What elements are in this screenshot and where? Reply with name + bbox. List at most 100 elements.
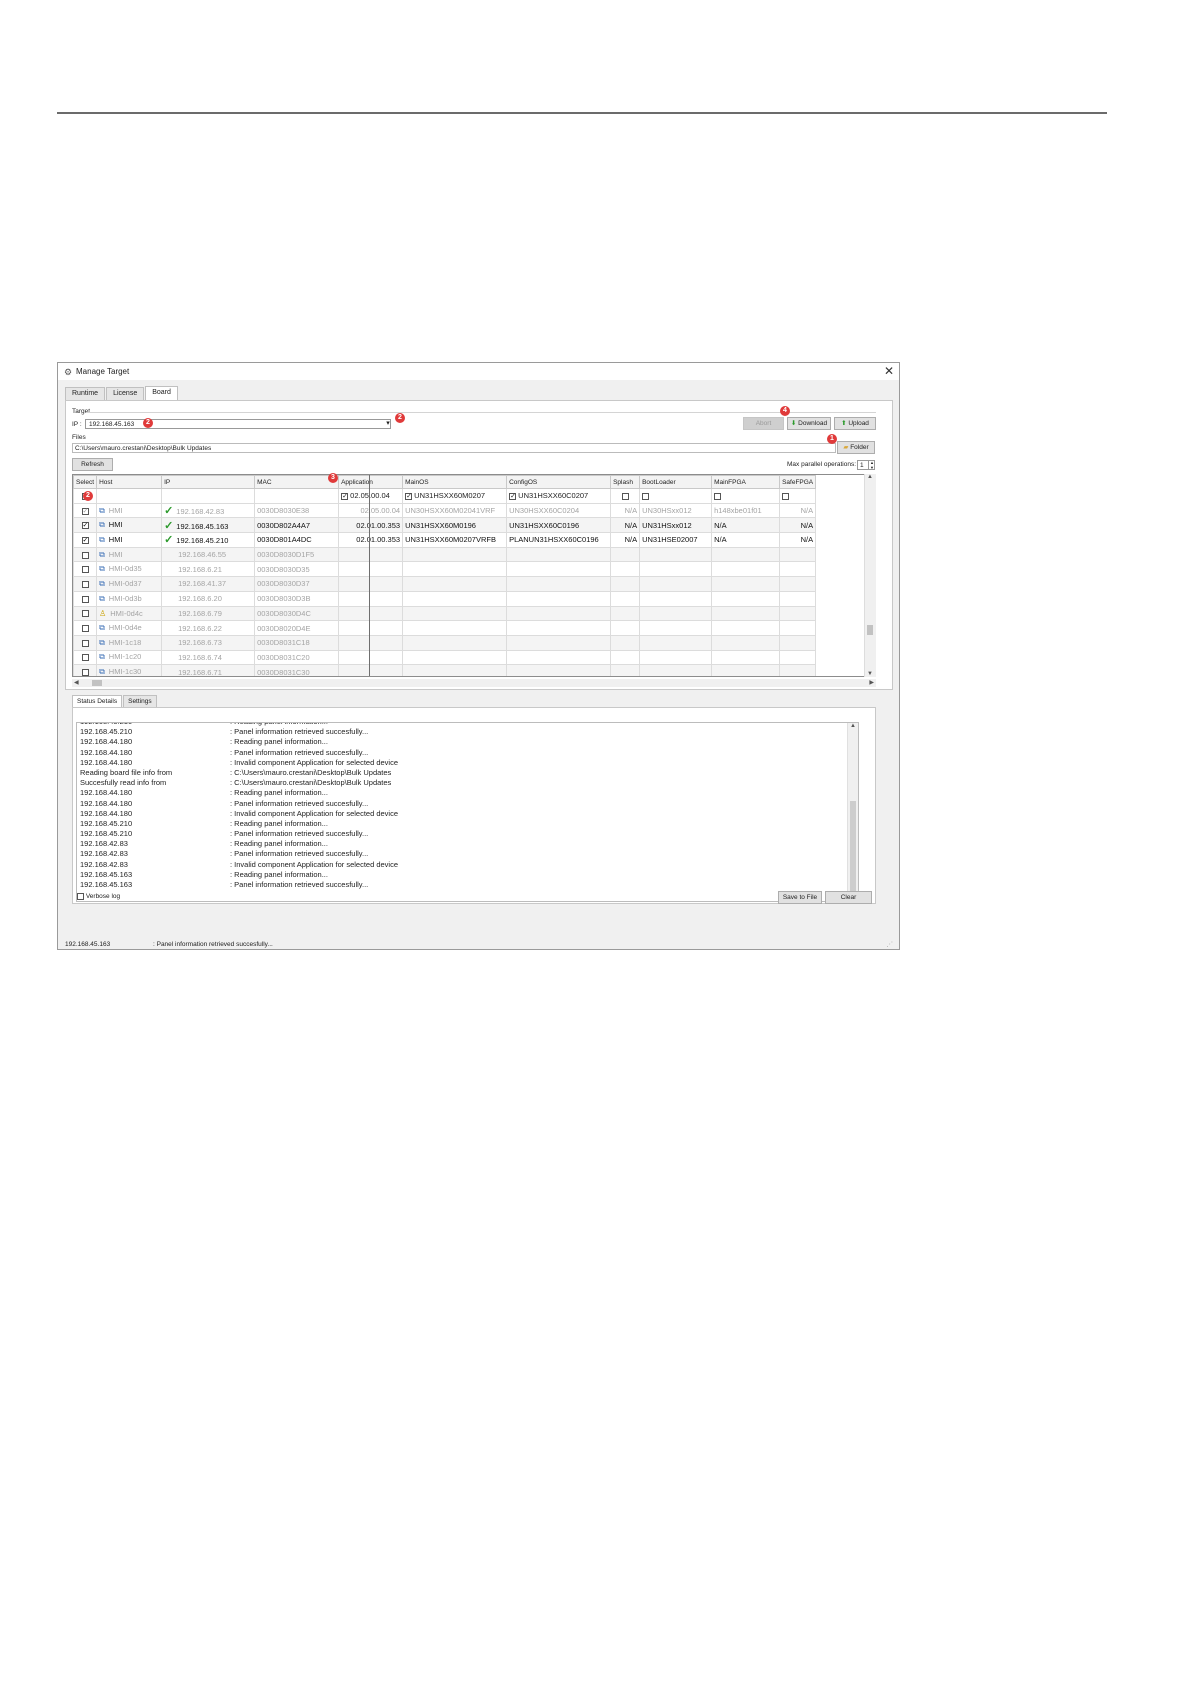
- verbose-log-option[interactable]: Verbose log: [77, 893, 120, 900]
- grid-horizontal-scrollbar[interactable]: ◀ ▶: [72, 679, 876, 687]
- table-row[interactable]: ⧉ HMI-1c18 192.168.6.73 0030D8031C18: [73, 634, 817, 651]
- ip-label: 192.168.6.79: [178, 608, 222, 618]
- col-mainfpga[interactable]: MainFPGA: [711, 475, 781, 489]
- application-cell: [338, 634, 404, 651]
- table-row[interactable]: ⧉ HMI-0d4e 192.168.6.22 0030D8020D4E: [73, 620, 817, 636]
- grid-vscroll-thumb[interactable]: [867, 625, 873, 635]
- log-source: 192.168.44.180: [80, 808, 133, 818]
- tab-board[interactable]: Board: [145, 386, 178, 401]
- col-mainos[interactable]: MainOS: [402, 475, 508, 489]
- safefpga-cell: [779, 561, 817, 578]
- row-select-checkbox[interactable]: [81, 639, 89, 647]
- folder-button[interactable]: ▰ Folder: [837, 441, 875, 454]
- row-select-checkbox[interactable]: [81, 580, 89, 588]
- abort-button[interactable]: Abort: [743, 417, 784, 430]
- host-label: HMI: [108, 549, 123, 559]
- callout-badge-2c: 2: [83, 491, 93, 501]
- grid-hscroll-thumb[interactable]: [92, 680, 102, 686]
- configos-filter-checkbox[interactable]: ✓: [509, 492, 517, 500]
- col-bootloader[interactable]: BootLoader: [639, 475, 713, 489]
- col-application[interactable]: Application: [338, 475, 404, 489]
- table-row[interactable]: ⧉ HMI-0d3b 192.168.6.20 0030D8030D3B: [73, 590, 817, 607]
- scroll-left-icon[interactable]: ◀: [74, 679, 79, 686]
- row-select-checkbox[interactable]: ✓: [81, 536, 89, 544]
- table-row[interactable]: ✓ ⧉ HMI ✓ 192.168.42.83 0030D8030E38 02.05.00.…: [73, 502, 817, 519]
- clear-button[interactable]: Clear: [825, 891, 872, 904]
- verbose-log-checkbox[interactable]: [77, 893, 84, 900]
- tab-settings[interactable]: Settings: [123, 695, 157, 707]
- mainfpga-filter-checkbox[interactable]: [714, 492, 722, 500]
- application-cell: [338, 605, 404, 622]
- host-label: HMI: [108, 505, 123, 515]
- table-row[interactable]: ♙ HMI-0d4c 192.168.6.79 0030D8030D4C: [73, 605, 817, 622]
- close-icon[interactable]: ✕: [884, 364, 894, 378]
- splash-cell: [610, 576, 641, 592]
- network-device-icon: ⧉: [99, 534, 105, 544]
- chevron-down-icon[interactable]: ▾: [383, 419, 393, 429]
- col-host[interactable]: Host: [96, 475, 163, 489]
- scroll-right-icon[interactable]: ▶: [869, 679, 874, 686]
- col-select[interactable]: Select: [73, 475, 98, 489]
- splash-filter-checkbox[interactable]: [621, 492, 629, 500]
- callout-badge-2: 2: [143, 418, 153, 428]
- save-to-file-button[interactable]: Save to File: [778, 891, 822, 904]
- col-splash[interactable]: Splash: [610, 475, 641, 489]
- mainfpga-cell: [711, 620, 781, 636]
- col-mac[interactable]: MAC: [254, 475, 340, 489]
- row-select-checkbox[interactable]: ✓: [81, 522, 89, 530]
- scroll-down-icon[interactable]: ▼: [867, 671, 873, 677]
- safefpga-filter-checkbox[interactable]: [782, 492, 790, 500]
- log-scrollbar[interactable]: ▲ ▼: [847, 723, 858, 901]
- row-select-checkbox[interactable]: [81, 610, 89, 618]
- application-cell: [338, 649, 404, 666]
- log-scroll-thumb[interactable]: [850, 801, 856, 893]
- table-row[interactable]: ✓ ⧉ HMI ✓ 192.168.45.210 0030D801A4DC 02.01.00…: [73, 532, 817, 548]
- download-button[interactable]: ⬇ Download: [787, 417, 831, 430]
- tab-license[interactable]: License: [106, 387, 145, 400]
- ip-label: 192.168.6.21: [178, 564, 222, 574]
- bootloader-cell: [639, 620, 713, 636]
- scroll-up-icon[interactable]: ▲: [867, 474, 873, 480]
- resize-grip-icon[interactable]: ⋰: [887, 940, 894, 948]
- ip-input[interactable]: 192.168.45.163: [85, 419, 391, 429]
- table-row[interactable]: ⧉ HMI-0d37 192.168.41.37 0030D8030D37: [73, 576, 817, 592]
- row-select-checkbox[interactable]: [81, 551, 89, 559]
- table-row[interactable]: ✓ ⧉ HMI ✓ 192.168.45.163 0030D802A4A7 02.01.00…: [73, 517, 817, 534]
- application-cell: [338, 590, 404, 607]
- mainos-cell: UN31HSXX60M0196: [402, 517, 508, 534]
- row-select-checkbox[interactable]: [81, 669, 89, 676]
- table-row[interactable]: ⧉ HMI-0d35 192.168.6.21 0030D8030D35: [73, 561, 817, 578]
- log-scroll-up-icon[interactable]: ▲: [850, 723, 856, 729]
- grid-vertical-scrollbar[interactable]: ▲ ▼: [864, 474, 876, 677]
- col-configos[interactable]: ConfigOS: [506, 475, 612, 489]
- row-select-checkbox[interactable]: [81, 625, 89, 633]
- row-select-checkbox[interactable]: [81, 654, 89, 662]
- configos-cell: PLANUN31HSXX60C0196: [506, 532, 612, 548]
- mainos-cell: UN30HSXX60M02041VRF: [402, 502, 508, 519]
- row-select-checkbox[interactable]: [81, 595, 89, 603]
- refresh-button[interactable]: Refresh: [72, 458, 113, 471]
- table-row[interactable]: ⧉ HMI-1c30 192.168.6.71 0030D8031C30: [73, 664, 817, 676]
- log-source: 192.168.42.83: [80, 859, 128, 869]
- tab-status-details[interactable]: Status Details: [72, 695, 123, 707]
- ip-label: 192.168.6.20: [178, 594, 222, 604]
- row-select-checkbox[interactable]: ✓: [81, 507, 89, 515]
- row-select-checkbox[interactable]: [81, 566, 89, 574]
- col-ip[interactable]: IP: [161, 475, 256, 489]
- application-filter-checkbox[interactable]: ✓: [341, 492, 349, 500]
- bootloader-filter-checkbox[interactable]: [642, 492, 650, 500]
- tab-runtime[interactable]: Runtime: [65, 387, 106, 400]
- table-row[interactable]: ⧉ HMI 192.168.46.55 0030D8030D1F5: [73, 546, 817, 563]
- files-path-field[interactable]: C:\Users\mauro.crestani\Desktop\Bulk Upd…: [72, 443, 836, 453]
- ip-label: 192.168.6.22: [178, 623, 222, 633]
- table-row[interactable]: ⧉ HMI-1c20 192.168.6.74 0030D8031C20: [73, 649, 817, 666]
- download-label: Download: [798, 420, 828, 427]
- host-label: HMI-1c20: [108, 652, 142, 662]
- col-safefpga[interactable]: SafeFPGA: [779, 475, 817, 489]
- log-message: : Reading panel information...: [230, 869, 328, 879]
- max-parallel-stepper[interactable]: 1 ▲ ▼: [857, 460, 875, 470]
- upload-button[interactable]: ⬆ Upload: [834, 417, 876, 430]
- safefpga-cell: [779, 576, 817, 592]
- mainos-filter-checkbox[interactable]: ✓: [405, 492, 413, 500]
- stepper-arrows-icon[interactable]: ▲ ▼: [868, 460, 875, 470]
